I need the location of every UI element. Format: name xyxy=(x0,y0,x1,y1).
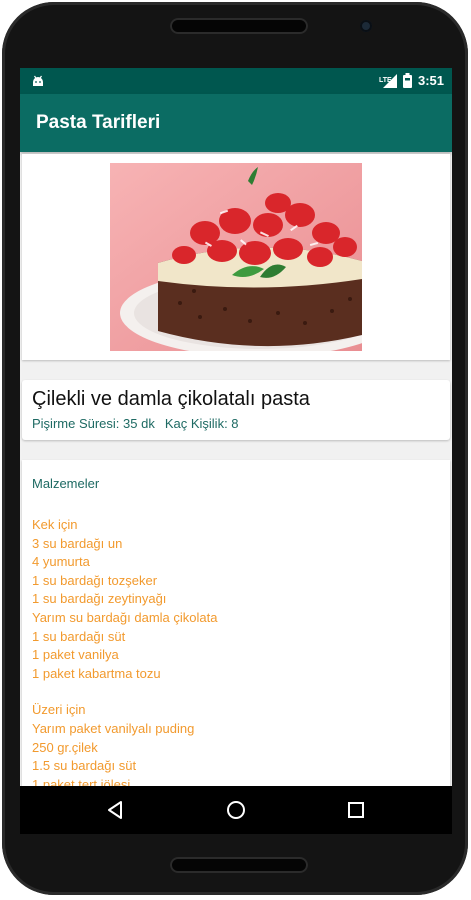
ingredients-list: Kek için 3 su bardağı un 4 yumurta 1 su … xyxy=(32,516,217,786)
servings: Kaç Kişilik: 8 xyxy=(164,416,239,431)
app-title: Pasta Tarifleri xyxy=(36,112,161,133)
android-debug-icon xyxy=(33,75,43,86)
ingredient-item: 1 su bardağı süt xyxy=(32,628,126,644)
ingredient-item: Yarım su bardağı damla çikolata xyxy=(32,609,218,625)
status-bar: LTE 3:51 xyxy=(20,68,452,94)
ingredient-group-heading: Kek için xyxy=(32,517,78,532)
front-camera xyxy=(360,20,372,32)
cooking-time: Pişirme Süresi: 35 dk xyxy=(32,416,155,431)
recipe-title-card: Çilekli ve damla çikolatalı pasta Pişirm… xyxy=(22,380,450,440)
home-icon xyxy=(227,801,245,819)
home-button[interactable] xyxy=(220,794,252,826)
ingredient-item: 4 yumurta xyxy=(32,554,90,570)
status-icons: LTE 3:51 xyxy=(379,73,444,88)
navigation-bar xyxy=(20,786,452,834)
screen: LTE 3:51 Pasta Tarifleri Çilekli ve daml… xyxy=(20,68,452,786)
ingredient-item: Yarım paket vanilyalı puding xyxy=(32,720,195,736)
svg-text:LTE: LTE xyxy=(379,77,392,84)
ingredient-item: 1.5 su bardağı süt xyxy=(32,758,137,774)
back-button[interactable] xyxy=(100,794,132,826)
lte-signal-icon: LTE xyxy=(379,73,397,88)
back-icon xyxy=(108,801,122,819)
ingredient-item: 1 su bardağı tozşeker xyxy=(32,572,158,588)
ingredient-item: 1 paket tert jölesi xyxy=(32,776,131,786)
battery-icon xyxy=(402,73,412,88)
bottom-speaker xyxy=(170,857,308,873)
recipe-title: Çilekli ve damla çikolatalı pasta xyxy=(32,388,310,410)
ingredient-item: 1 paket vanilya xyxy=(32,647,119,663)
strawberry-chocolate-cake-image xyxy=(110,163,362,351)
ingredients-section-label: Malzemeler xyxy=(32,476,100,491)
recipe-meta: Pişirme Süresi: 35 dk Kaç Kişilik: 8 xyxy=(32,416,239,431)
ingredient-item: 1 su bardağı zeytinyağı xyxy=(32,591,167,607)
recents-button[interactable] xyxy=(340,794,372,826)
earpiece-speaker xyxy=(170,18,308,34)
recents-icon xyxy=(348,802,364,818)
ingredient-item: 250 gr.çilek xyxy=(32,739,98,755)
status-time: 3:51 xyxy=(417,73,444,88)
ingredient-item: 3 su bardağı un xyxy=(32,535,123,551)
ingredient-item: 1 paket kabartma tozu xyxy=(32,665,161,681)
recipe-image-card xyxy=(22,154,450,360)
ingredient-group-heading: Üzeri için xyxy=(32,702,86,718)
group-spacer xyxy=(32,683,217,701)
app-bar: Pasta Tarifleri xyxy=(20,94,452,152)
ingredients-card[interactable]: Malzemeler Kek için 3 su bardağı un 4 yu… xyxy=(22,460,450,786)
